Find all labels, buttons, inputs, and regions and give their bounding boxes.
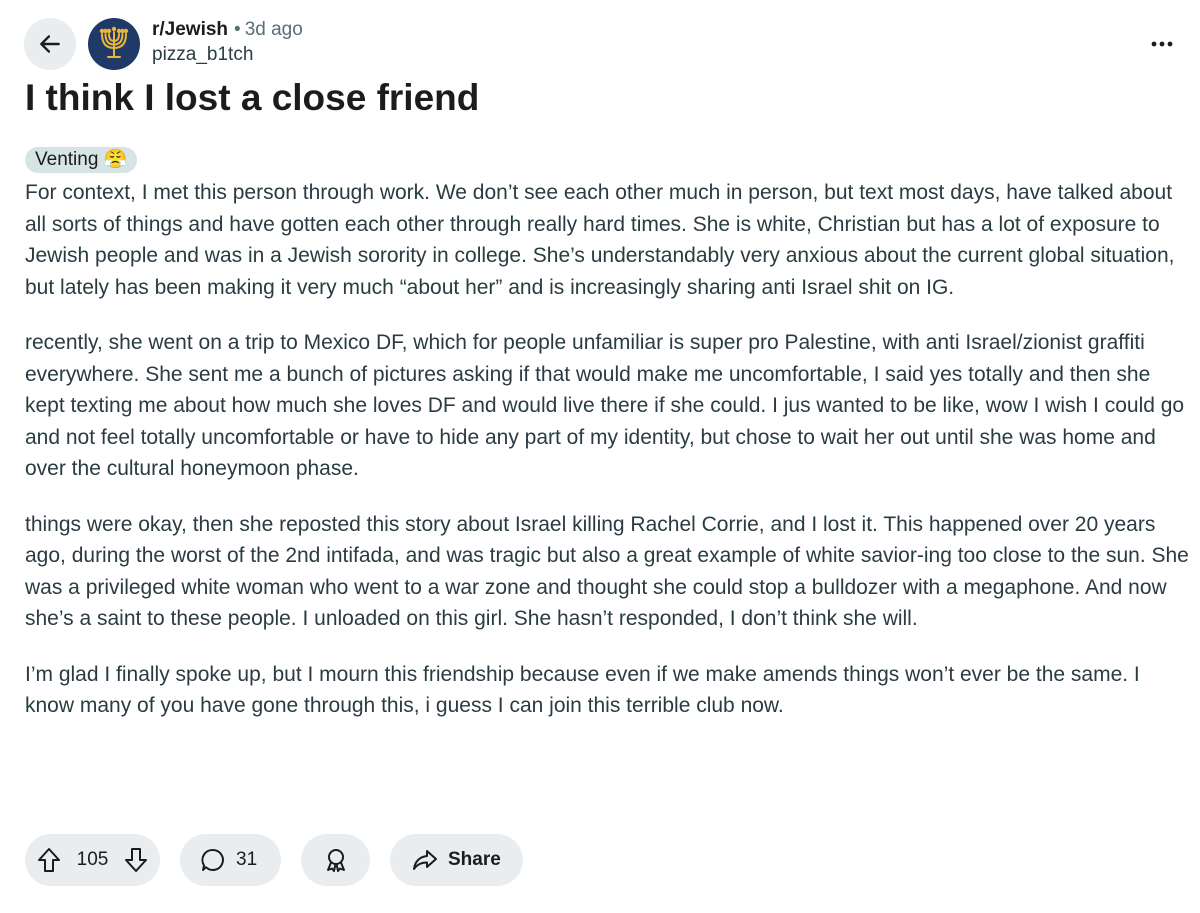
downvote-button[interactable]: [124, 847, 148, 873]
vote-control: 105: [25, 834, 160, 886]
share-button[interactable]: Share: [390, 834, 523, 886]
share-arrow-icon: [412, 848, 438, 872]
meta-line: r/Jewish • 3d ago: [152, 18, 303, 42]
comment-count: 31: [236, 849, 258, 870]
upvote-button[interactable]: [37, 847, 61, 873]
back-button[interactable]: [24, 18, 76, 70]
arrow-left-icon: [37, 31, 63, 57]
more-options-button[interactable]: [1144, 26, 1180, 62]
vote-count: 105: [76, 849, 109, 870]
comments-button[interactable]: 31: [180, 834, 281, 886]
subreddit-avatar[interactable]: [88, 18, 140, 70]
arrow-down-icon: [124, 848, 147, 872]
comment-bubble-icon: [200, 847, 226, 873]
post-age: 3d ago: [244, 19, 303, 40]
share-label: Share: [448, 849, 501, 870]
post-flair[interactable]: Venting 😤: [25, 147, 138, 173]
arrow-up-icon: [38, 848, 60, 872]
meta-separator: •: [234, 19, 241, 40]
post-paragraph: things were okay, then she reposted this…: [25, 512, 1189, 631]
post-title: I think I lost a close friend: [25, 77, 480, 118]
post-paragraph: I’m glad I finally spoke up, but I mourn…: [25, 662, 1140, 718]
post-body: For context, I met this person through w…: [25, 177, 1190, 746]
post-meta: r/Jewish • 3d ago pizza_b1tch: [152, 18, 303, 67]
action-bar: 105 31 Share: [25, 834, 523, 886]
post-paragraph: recently, she went on a trip to Mexico D…: [25, 331, 1185, 480]
award-icon: [323, 847, 349, 873]
menorah-icon: [94, 24, 134, 64]
post-paragraph: For context, I met this person through w…: [25, 181, 1175, 299]
more-horizontal-icon: [1150, 40, 1174, 48]
award-button[interactable]: [301, 834, 370, 886]
subreddit-name[interactable]: r/Jewish: [152, 19, 228, 40]
author-username[interactable]: pizza_b1tch: [152, 43, 303, 67]
